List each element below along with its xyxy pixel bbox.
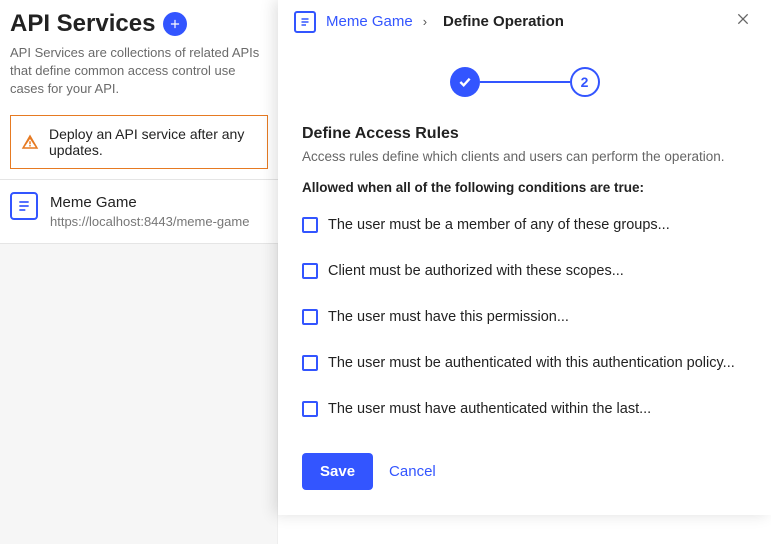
rule-label: The user must be authenticated with this… bbox=[328, 355, 735, 371]
cancel-button[interactable]: Cancel bbox=[389, 463, 436, 480]
page-title: API Services bbox=[10, 10, 155, 38]
deploy-alert: Deploy an API service after any updates. bbox=[10, 115, 268, 169]
document-icon bbox=[10, 192, 38, 220]
wizard-stepper: 2 bbox=[278, 39, 771, 125]
warning-icon bbox=[21, 133, 39, 151]
alert-text: Deploy an API service after any updates. bbox=[49, 126, 257, 158]
check-icon bbox=[457, 74, 473, 90]
save-button[interactable]: Save bbox=[302, 453, 373, 490]
step-connector bbox=[480, 81, 570, 83]
add-service-button[interactable] bbox=[163, 12, 187, 36]
plus-icon bbox=[168, 17, 182, 31]
conditions-heading: Allowed when all of the following condit… bbox=[302, 180, 747, 195]
checkbox[interactable] bbox=[302, 263, 318, 279]
rule-label: Client must be authorized with these sco… bbox=[328, 263, 624, 279]
section-description: Access rules define which clients and us… bbox=[302, 149, 747, 164]
breadcrumb-current: Define Operation bbox=[443, 13, 564, 30]
define-operation-drawer: Meme Game › Define Operation 2 Define Ac… bbox=[278, 0, 771, 515]
step-1-done[interactable] bbox=[450, 67, 480, 97]
rule-label: The user must be a member of any of thes… bbox=[328, 217, 670, 233]
close-button[interactable] bbox=[731, 10, 755, 33]
checkbox[interactable] bbox=[302, 401, 318, 417]
step-2-current[interactable]: 2 bbox=[570, 67, 600, 97]
rule-scopes[interactable]: Client must be authorized with these sco… bbox=[302, 255, 747, 287]
page-description: API Services are collections of related … bbox=[10, 44, 268, 99]
rule-label: The user must have this permission... bbox=[328, 309, 569, 325]
rule-authn-recency[interactable]: The user must have authenticated within … bbox=[302, 393, 747, 425]
service-row-meme-game[interactable]: Meme Game https://localhost:8443/meme-ga… bbox=[0, 179, 278, 244]
chevron-right-icon: › bbox=[423, 14, 427, 29]
service-name: Meme Game bbox=[50, 192, 249, 213]
rule-label: The user must have authenticated within … bbox=[328, 401, 651, 417]
checkbox[interactable] bbox=[302, 217, 318, 233]
rule-permission[interactable]: The user must have this permission... bbox=[302, 301, 747, 333]
section-title: Define Access Rules bbox=[302, 125, 747, 143]
document-icon bbox=[294, 11, 316, 33]
service-url: https://localhost:8443/meme-game bbox=[50, 213, 249, 231]
breadcrumb-link-service[interactable]: Meme Game bbox=[326, 13, 413, 30]
rule-authn-policy[interactable]: The user must be authenticated with this… bbox=[302, 347, 747, 379]
checkbox[interactable] bbox=[302, 355, 318, 371]
rule-groups[interactable]: The user must be a member of any of thes… bbox=[302, 209, 747, 241]
breadcrumb: Meme Game › Define Operation bbox=[278, 0, 771, 39]
close-icon bbox=[735, 11, 751, 27]
checkbox[interactable] bbox=[302, 309, 318, 325]
